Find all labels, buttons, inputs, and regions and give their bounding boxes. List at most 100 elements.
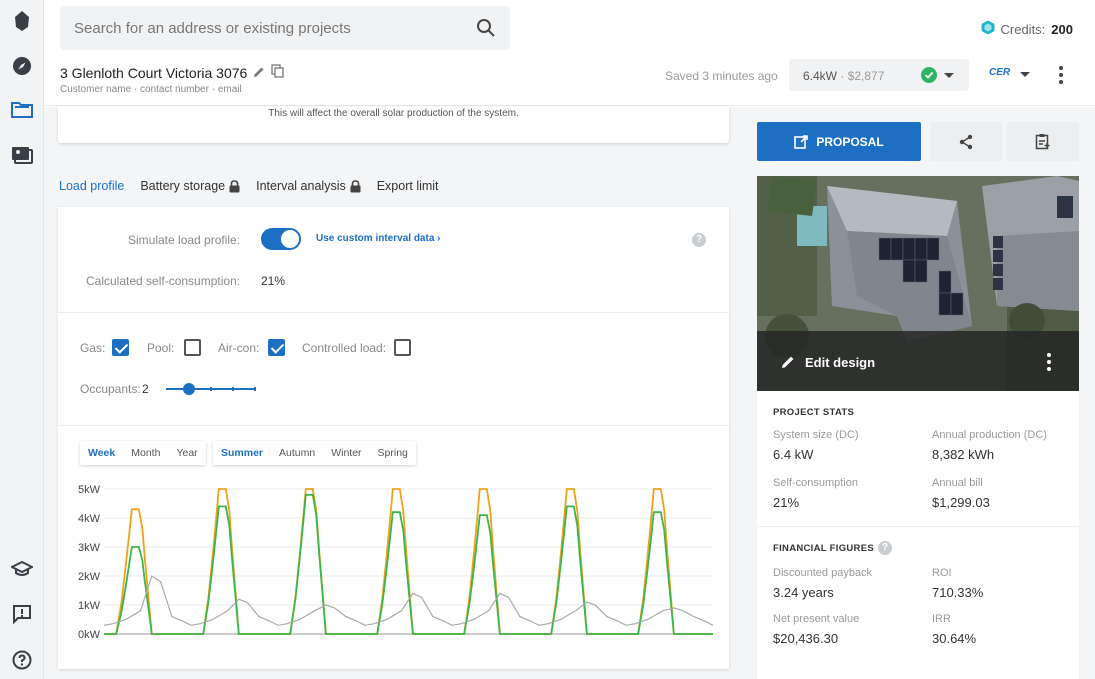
search-box (60, 6, 510, 50)
project-contact: Customer name · contact number · email (60, 84, 242, 95)
divider (58, 425, 729, 426)
chevron-down-icon (944, 73, 954, 78)
annual-production-value: 8,382 kWh (932, 447, 995, 462)
tab-bar: Load profile Battery storage Interval an… (59, 179, 439, 193)
cer-chevron-down-icon[interactable] (1020, 72, 1030, 77)
sidebar (0, 0, 44, 679)
chart-y-tick-label: 1kW (78, 600, 101, 612)
self-consumption-label: Calculated self-consumption: (86, 274, 241, 288)
period-year[interactable]: Year (168, 441, 205, 465)
self-consumption-stat-value: 21% (773, 495, 800, 510)
controlled-load-label: Controlled load: (302, 341, 387, 355)
pencil-icon[interactable] (253, 65, 265, 81)
simulate-toggle[interactable] (261, 228, 301, 250)
share-button[interactable] (930, 122, 1002, 161)
lock-icon (229, 179, 240, 192)
period-week[interactable]: Week (80, 441, 123, 465)
help-circle-icon[interactable]: ? (692, 233, 706, 247)
season-spring[interactable]: Spring (370, 441, 416, 465)
main-area: Credits: 200 3 Glenloth Court Victoria 3… (44, 0, 1095, 679)
season-summer[interactable]: Summer (213, 441, 271, 465)
financial-help-icon[interactable]: ? (878, 541, 892, 555)
slider-tick (210, 387, 212, 391)
credits: Credits: 200 (981, 20, 1073, 38)
check-circle-icon (921, 67, 937, 83)
clipboard-button[interactable] (1007, 122, 1079, 161)
notice-text: This will affect the overall solar produ… (268, 108, 519, 119)
load-profile-panel: Simulate load profile: Use custom interv… (58, 207, 729, 669)
edit-design-label: Edit design (805, 355, 876, 370)
payback-label: Discounted payback (773, 567, 873, 579)
top-bar: Credits: 200 (44, 0, 1095, 56)
aircon-checkbox[interactable] (268, 339, 285, 356)
pool-checkbox[interactable] (184, 339, 201, 356)
project-stats-card: PROJECT STATS System size (DC) 6.4 kW An… (757, 391, 1079, 679)
occupants-slider[interactable] (166, 383, 256, 395)
gas-checkbox[interactable] (112, 339, 129, 356)
pool-label: Pool: (147, 341, 175, 355)
season-winter[interactable]: Winter (323, 441, 369, 465)
graduation-cap-icon[interactable] (10, 557, 34, 581)
projects-folder-icon[interactable] (10, 97, 34, 121)
slider-tick (232, 387, 234, 391)
clipboard-add-icon (1035, 134, 1050, 150)
system-size-value: 6.4 kW (773, 447, 814, 462)
roi-label: ROI (932, 567, 952, 579)
notice-card: This will affect the overall solar produ… (58, 107, 729, 143)
tab-label: Load profile (59, 179, 125, 193)
simulate-label: Simulate load profile: (128, 233, 241, 247)
credits-label: Credits: (1000, 21, 1046, 37)
edit-design-bar[interactable]: Edit design (757, 331, 1079, 391)
compass-icon[interactable] (10, 54, 34, 78)
payback-value: 3.24 years (773, 585, 834, 600)
copy-icon[interactable] (271, 64, 284, 81)
proposal-button[interactable]: PROPOSAL (757, 122, 921, 161)
season-autumn[interactable]: Autumn (271, 441, 323, 465)
custom-interval-link[interactable]: Use custom interval data › (316, 233, 441, 244)
right-pane: PROPOSAL Edit design PROJECT STATS Syste… (744, 107, 1095, 679)
chart-y-tick-label: 3kW (78, 542, 101, 554)
gallery-icon[interactable] (10, 143, 34, 167)
self-consumption-stat-label: Self-consumption (773, 477, 858, 489)
cer-badge[interactable]: CER (989, 67, 1010, 78)
load-profile-chart: 0kW 1kW 2kW 3kW 4kW 5kW (78, 484, 714, 641)
search-input[interactable] (74, 6, 464, 50)
season-selector: Summer Autumn Winter Spring (213, 441, 416, 465)
satellite-image: Edit design (757, 176, 1079, 391)
more-menu-icon[interactable] (1059, 66, 1063, 87)
chart-series-line-0 (104, 488, 713, 635)
project-address-row: 3 Glenloth Court Victoria 3076 (60, 64, 284, 81)
tab-load-profile[interactable]: Load profile (59, 179, 124, 193)
divider (757, 526, 1079, 527)
tab-export-limit[interactable]: Export limit (377, 179, 439, 193)
chart-series-line-1 (104, 493, 713, 635)
npv-label: Net present value (773, 613, 860, 625)
chart-y-tick-label: 0kW (78, 629, 101, 641)
chevron-right-icon: › (437, 233, 441, 244)
logo-icon[interactable] (10, 9, 34, 33)
search-icon[interactable] (476, 18, 496, 43)
credits-icon (981, 20, 995, 38)
period-month[interactable]: Month (123, 441, 168, 465)
chart-y-tick-label: 2kW (78, 571, 101, 583)
lock-icon (350, 179, 361, 192)
design-select[interactable]: 6.4kW · $2,877 (789, 59, 969, 91)
feedback-icon[interactable] (10, 602, 34, 626)
slider-knob[interactable] (182, 383, 195, 395)
tab-battery-storage[interactable]: Battery storage (140, 179, 240, 193)
controlled-load-checkbox[interactable] (394, 339, 411, 356)
occupants-label: Occupants: (80, 382, 141, 396)
custom-interval-link-text: Use custom interval data (316, 233, 435, 244)
annual-production-label: Annual production (DC) (932, 429, 1047, 441)
tab-label: Interval analysis (256, 179, 346, 193)
gas-label: Gas: (80, 341, 106, 355)
irr-label: IRR (932, 613, 951, 625)
external-link-icon (794, 134, 809, 149)
chart-y-tick-label: 5kW (78, 484, 101, 496)
left-pane: This will affect the overall solar produ… (44, 107, 744, 679)
credits-value: 200 (1051, 21, 1073, 37)
tab-interval-analysis[interactable]: Interval analysis (256, 179, 361, 193)
tab-label: Export limit (376, 179, 439, 193)
help-icon[interactable] (10, 648, 34, 672)
edit-more-icon[interactable] (1047, 353, 1051, 371)
